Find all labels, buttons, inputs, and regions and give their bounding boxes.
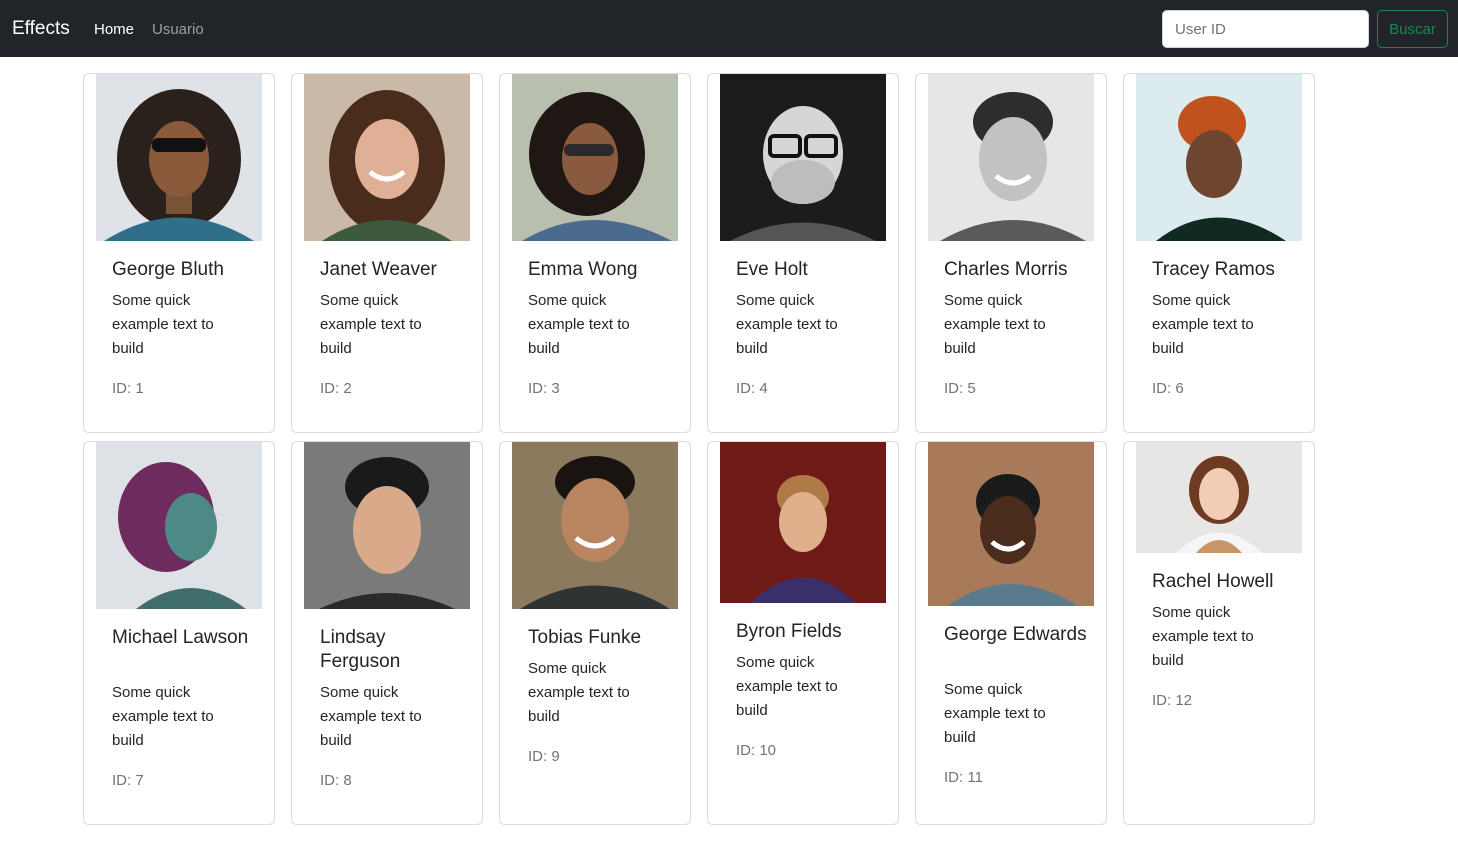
user-photo <box>96 442 262 609</box>
person-photo-icon <box>928 74 1094 241</box>
person-photo-icon <box>96 74 262 241</box>
user-photo <box>512 74 678 241</box>
person-photo-icon <box>512 74 678 241</box>
person-photo-icon <box>96 442 262 609</box>
person-photo-icon <box>304 74 470 241</box>
user-card: Tracey Ramos Some quick example text to … <box>1123 73 1315 433</box>
card-id: ID: 7 <box>112 772 144 789</box>
card-title: Janet Weaver <box>320 259 437 280</box>
card-text: Some quick example text to build <box>736 292 838 357</box>
card-id: ID: 8 <box>320 772 352 789</box>
user-photo <box>928 442 1094 606</box>
user-card: Byron Fields Some quick example text to … <box>707 441 899 825</box>
card-text: Some quick example text to build <box>320 292 422 357</box>
card-id: ID: 1 <box>112 380 144 397</box>
person-photo-icon <box>928 442 1094 606</box>
user-card: Charles Morris Some quick example text t… <box>915 73 1107 433</box>
person-photo-icon <box>512 442 678 609</box>
card-text: Some quick example text to build <box>528 292 630 357</box>
brand-logo[interactable]: Effects <box>12 17 70 41</box>
user-card: Eve Holt Some quick example text to buil… <box>707 73 899 433</box>
card-title: Eve Holt <box>736 259 808 280</box>
card-title: Michael Lawson <box>112 627 249 648</box>
card-title: Rachel Howell <box>1152 571 1274 592</box>
card-text: Some quick example text to build <box>736 654 838 719</box>
card-text: Some quick example text to build <box>112 684 214 749</box>
card-id: ID: 10 <box>736 742 777 759</box>
card-text: Some quick example text to build <box>320 684 422 749</box>
user-photo <box>928 74 1094 241</box>
user-photo <box>1136 442 1302 553</box>
card-text: Some quick example text to build <box>1152 292 1254 357</box>
card-title: Tracey Ramos <box>1152 259 1275 280</box>
nav-link-home[interactable]: Home <box>94 20 134 40</box>
card-id: ID: 11 <box>944 769 983 786</box>
card-id: ID: 5 <box>944 380 976 397</box>
card-id: ID: 12 <box>1152 692 1193 709</box>
person-photo-icon <box>304 442 470 609</box>
card-id: ID: 6 <box>1152 380 1184 397</box>
card-title: George Bluth <box>112 259 224 280</box>
user-photo <box>720 442 886 603</box>
card-text: Some quick example text to build <box>944 681 1046 746</box>
card-text: Some quick example text to build <box>944 292 1046 357</box>
user-photo <box>1136 74 1302 241</box>
user-card: Tobias Funke Some quick example text to … <box>499 441 691 825</box>
card-title: Tobias Funke <box>528 627 642 648</box>
search-button[interactable]: Buscar <box>1377 10 1448 48</box>
card-title: Emma Wong <box>528 259 638 280</box>
person-photo-icon <box>720 442 886 603</box>
card-title: Charles Morris <box>944 259 1068 280</box>
user-card: Emma Wong Some quick example text to bui… <box>499 73 691 433</box>
user-card: George Bluth Some quick example text to … <box>83 73 275 433</box>
card-title: George Edwards <box>944 624 1087 645</box>
user-photo <box>304 442 470 609</box>
user-photo <box>304 74 470 241</box>
user-photo <box>720 74 886 241</box>
user-photo <box>512 442 678 609</box>
user-card: George Edwards Some quick example text t… <box>915 441 1107 825</box>
person-photo-icon <box>720 74 886 241</box>
card-title: Lindsay Ferguson <box>320 627 401 672</box>
person-photo-icon <box>1136 442 1302 553</box>
user-card: Rachel Howell Some quick example text to… <box>1123 441 1315 825</box>
card-text: Some quick example text to build <box>1152 604 1254 669</box>
card-text: Some quick example text to build <box>528 660 630 725</box>
user-card: Lindsay Ferguson Some quick example text… <box>291 441 483 825</box>
card-id: ID: 2 <box>320 380 352 397</box>
card-id: ID: 4 <box>736 380 768 397</box>
card-title: Byron Fields <box>736 621 842 642</box>
person-photo-icon <box>1136 74 1302 241</box>
user-id-search-input[interactable] <box>1162 10 1369 48</box>
user-card: Janet Weaver Some quick example text to … <box>291 73 483 433</box>
user-card: Michael Lawson Some quick example text t… <box>83 441 275 825</box>
user-photo <box>96 74 262 241</box>
nav-link-usuario[interactable]: Usuario <box>152 20 204 40</box>
card-text: Some quick example text to build <box>112 292 214 357</box>
top-navbar: Effects Home Usuario Buscar <box>0 0 1458 57</box>
card-id: ID: 9 <box>528 748 560 765</box>
card-id: ID: 3 <box>528 380 560 397</box>
